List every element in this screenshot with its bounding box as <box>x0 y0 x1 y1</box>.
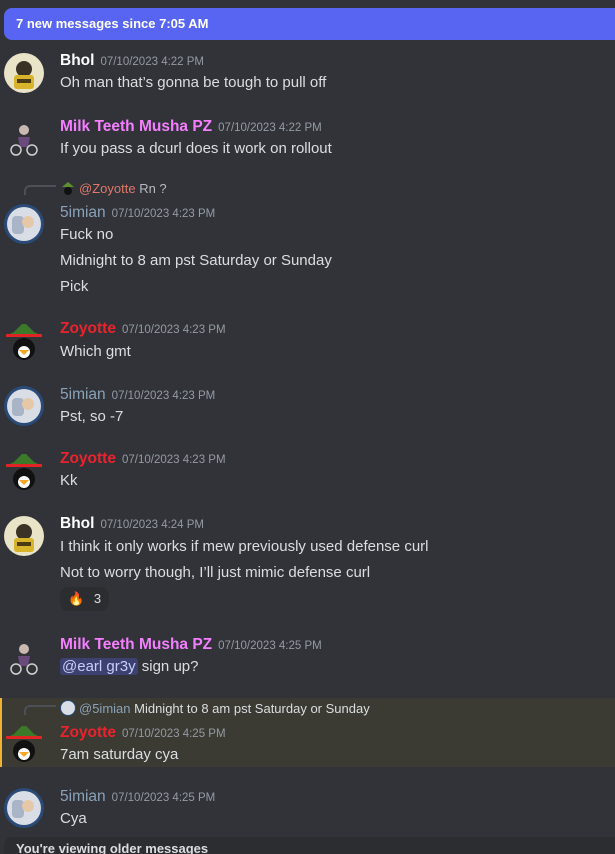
message-text: Kk <box>60 472 78 489</box>
author-name[interactable]: Bhol <box>60 52 94 69</box>
reply-text: Midnight to 8 am pst Saturday or Sunday <box>134 701 370 716</box>
message-text: Cya <box>60 810 87 827</box>
timestamp: 07/10/2023 4:25 PM <box>111 792 216 804</box>
author-name[interactable]: 5imian <box>60 204 106 221</box>
5imian-mini-avatar <box>60 700 76 716</box>
reply-spine <box>24 185 56 195</box>
timestamp: 07/10/2023 4:24 PM <box>100 519 205 531</box>
message-feed: Bhol 07/10/2023 4:22 PM Oh man that’s gon… <box>0 0 615 854</box>
older-messages-bar[interactable]: You're viewing older messages <box>4 837 615 854</box>
message: Zoyotte 07/10/2023 4:23 PM Which gmt <box>0 320 615 370</box>
5imian-avatar[interactable] <box>4 788 44 828</box>
5imian-avatar[interactable] <box>4 204 44 244</box>
message-text: Fuck no <box>60 226 114 243</box>
milk-teeth-avatar[interactable] <box>4 638 44 678</box>
message-text: Pst, so -7 <box>60 408 124 425</box>
timestamp: 07/10/2023 4:23 PM <box>121 454 226 466</box>
message: @5imian Midnight to 8 am pst Saturday or… <box>0 700 615 766</box>
reply-mention[interactable]: @Zoyotte <box>79 181 136 196</box>
author-name[interactable]: 5imian <box>60 788 106 805</box>
message-text: Midnight to 8 am pst Saturday or Sunday <box>60 252 332 269</box>
author-name[interactable]: 5imian <box>60 386 106 403</box>
message-text: Oh man that’s gonna be tough to pull off <box>60 74 327 91</box>
message: Zoyotte 07/10/2023 4:23 PM Kk <box>0 450 615 500</box>
zoyotte-avatar[interactable] <box>4 724 44 764</box>
bhol-avatar[interactable] <box>4 516 44 556</box>
author-name[interactable]: Zoyotte <box>60 450 116 467</box>
message-text: Which gmt <box>60 343 131 360</box>
timestamp: 07/10/2023 4:25 PM <box>218 640 322 652</box>
reply-text: Rn ? <box>139 181 167 196</box>
message-text: 7am saturday cya <box>60 746 179 763</box>
message: 5imian 07/10/2023 4:25 PM Cya <box>0 788 615 834</box>
author-name[interactable]: Zoyotte <box>60 320 116 337</box>
fire-icon: 🔥 <box>68 591 85 606</box>
timestamp: 07/10/2023 4:23 PM <box>111 390 216 402</box>
timestamp: 07/10/2023 4:22 PM <box>218 122 322 134</box>
bhol-avatar[interactable] <box>4 53 44 93</box>
message: Bhol 07/10/2023 4:22 PM Oh man that’s gon… <box>0 50 615 100</box>
message: Milk Teeth Musha PZ 07/10/2023 4:25 PM @e… <box>0 636 615 686</box>
timestamp: 07/10/2023 4:23 PM <box>111 208 216 220</box>
user-mention[interactable]: @earl gr3y <box>60 658 138 675</box>
reaction-chip[interactable]: 🔥 3 <box>60 587 110 611</box>
reply-preview[interactable]: @Zoyotte Rn ? <box>60 180 167 196</box>
message-text: I think it only works if mew previously … <box>60 538 429 555</box>
zoyotte-avatar[interactable] <box>4 452 44 492</box>
zoyotte-mini-avatar <box>60 180 76 196</box>
zoyotte-avatar[interactable] <box>4 322 44 362</box>
message-text: @earl gr3y sign up? <box>60 658 198 675</box>
author-name[interactable]: Milk Teeth Musha PZ <box>60 118 212 135</box>
timestamp: 07/10/2023 4:22 PM <box>100 56 205 68</box>
timestamp: 07/10/2023 4:23 PM <box>121 324 226 336</box>
message-text: Pick <box>60 278 89 295</box>
message-text: If you pass a dcurl does it work on roll… <box>60 140 332 157</box>
reply-preview[interactable]: @5imian Midnight to 8 am pst Saturday or… <box>60 700 370 716</box>
message: 5imian 07/10/2023 4:23 PM Pst, so -7 <box>0 386 615 436</box>
new-messages-banner[interactable]: 7 new messages since 7:05 AM <box>4 8 615 40</box>
message-text-rest: sign up? <box>137 658 199 675</box>
reply-spine <box>24 705 56 715</box>
author-name[interactable]: Milk Teeth Musha PZ <box>60 636 212 653</box>
message: @Zoyotte Rn ? 5imian 07/10/2023 4:23 PM F… <box>0 180 615 300</box>
message: Milk Teeth Musha PZ 07/10/2023 4:22 PM If… <box>0 116 615 166</box>
milk-teeth-avatar[interactable] <box>4 119 44 159</box>
author-name[interactable]: Bhol <box>60 515 94 532</box>
reaction-count: 3 <box>93 591 102 606</box>
message-text: Not to worry though, I’ll just mimic def… <box>60 564 371 581</box>
message: Bhol 07/10/2023 4:24 PM I think it only w… <box>0 515 615 615</box>
reply-mention[interactable]: @5imian <box>79 701 131 716</box>
5imian-avatar[interactable] <box>4 386 44 426</box>
author-name[interactable]: Zoyotte <box>60 724 116 741</box>
timestamp: 07/10/2023 4:25 PM <box>121 728 226 740</box>
